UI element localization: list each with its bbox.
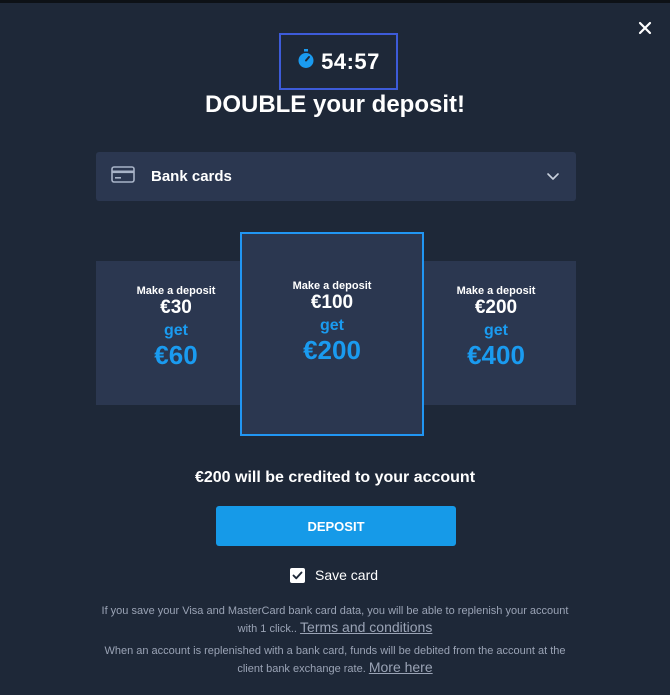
deposit-modal: 54:57 DOUBLE your deposit! Bank cards Ma… <box>0 3 670 695</box>
stopwatch-icon <box>297 49 315 74</box>
offer-make-label: Make a deposit <box>292 280 372 292</box>
offer-make-label: Make a deposit <box>456 285 536 297</box>
checkmark-icon[interactable] <box>290 567 305 583</box>
offer-amount: €100 <box>310 292 354 313</box>
offer-bonus: €200 <box>303 335 361 365</box>
save-card-checkbox[interactable]: Save card <box>290 567 378 583</box>
credit-summary: €200 will be credited to your account <box>194 469 476 486</box>
offer-amount: €200 <box>474 297 518 318</box>
deposit-offer-200[interactable]: Make a deposit €200 get €400 <box>416 261 576 405</box>
offer-make-label: Make a deposit <box>136 285 216 297</box>
exchange-rate-info: When an account is replenished with a ba… <box>100 643 570 677</box>
deposit-button[interactable]: DEPOSIT <box>216 506 456 546</box>
offer-get-label: get <box>320 317 344 334</box>
timer-value: 54:57 <box>321 48 380 74</box>
offer-bonus: €60 <box>154 340 198 370</box>
offer-get-label: get <box>164 322 188 339</box>
payment-method-dropdown[interactable]: Bank cards <box>96 152 576 201</box>
save-card-label: Save card <box>315 567 379 583</box>
terms-link[interactable]: Terms and conditions <box>300 619 432 635</box>
offer-get-label: get <box>484 322 508 339</box>
offer-amount: €30 <box>160 297 192 318</box>
chevron-down-icon <box>546 169 560 188</box>
page-title: DOUBLE your deposit! <box>204 91 465 118</box>
deposit-offer-100[interactable]: Make a deposit €100 get €200 <box>240 232 424 436</box>
payment-method-label: Bank cards <box>151 168 232 185</box>
close-icon[interactable] <box>636 19 654 37</box>
deposit-offer-30[interactable]: Make a deposit €30 get €60 <box>96 261 256 405</box>
countdown-timer: 54:57 <box>279 33 398 90</box>
offer-bonus: €400 <box>467 340 525 370</box>
exchange-rate-info-text: When an account is replenished with a ba… <box>104 645 566 675</box>
more-here-link[interactable]: More here <box>369 659 433 675</box>
credit-card-icon <box>111 165 135 188</box>
save-card-info: If you save your Visa and MasterCard ban… <box>100 603 570 637</box>
